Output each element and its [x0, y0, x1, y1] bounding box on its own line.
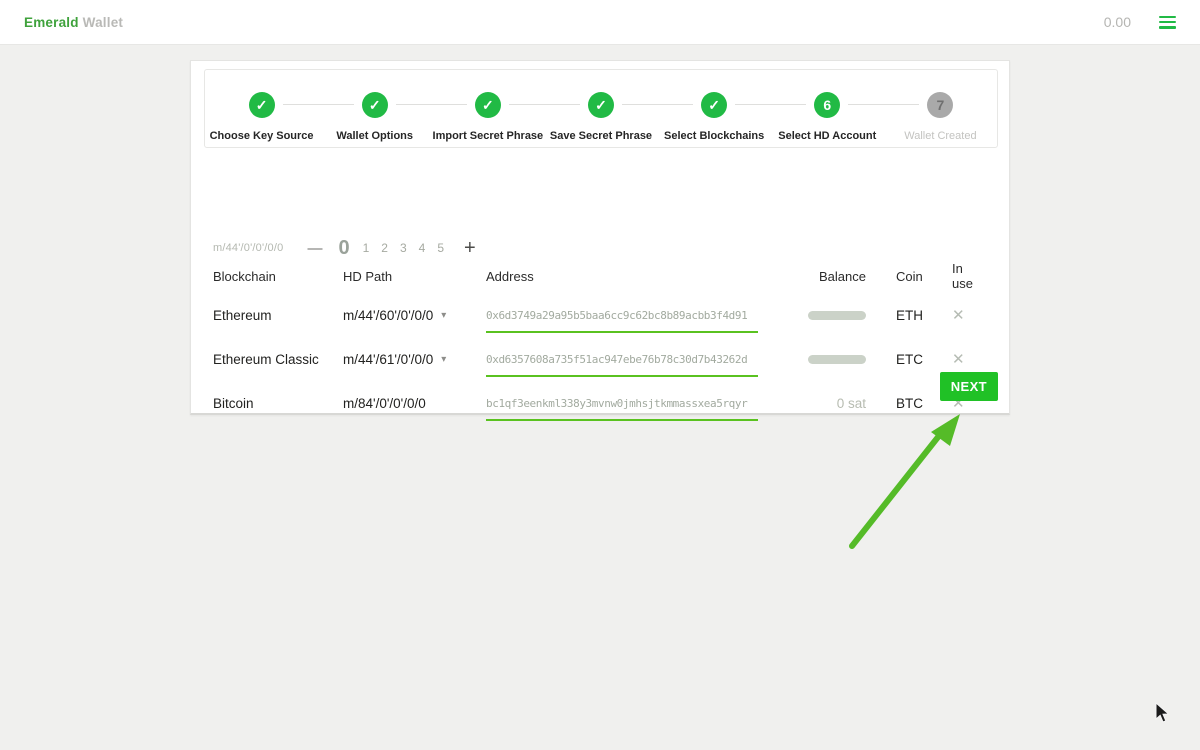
- account-option-4[interactable]: 4: [419, 241, 426, 255]
- check-icon: ✓: [474, 92, 501, 118]
- wizard-stepper: ✓ Choose Key Source ✓ Wallet Options ✓ I…: [204, 69, 998, 148]
- annotation-arrow: [849, 414, 960, 549]
- step-label: Select HD Account: [778, 130, 877, 142]
- account-option-5[interactable]: 5: [437, 241, 444, 255]
- brand-secondary: Wallet: [82, 14, 124, 30]
- coin-ticker: BTC: [896, 395, 923, 411]
- table-row-ethereum-classic: Ethereum Classic m/44'/61'/0'/0/0 ▾ 0xd6…: [213, 337, 986, 381]
- header-coin: Coin: [896, 268, 923, 284]
- step-number-badge: 7: [927, 92, 954, 118]
- blockchain-name: Ethereum Classic: [213, 351, 319, 367]
- coin-ticker: ETC: [896, 351, 923, 367]
- app-logo: Emerald Wallet: [24, 15, 123, 30]
- check-icon: ✓: [701, 92, 728, 118]
- header-hd-path: HD Path: [343, 268, 393, 284]
- step-save-secret-phrase: ✓ Save Secret Phrase: [508, 92, 657, 147]
- brand-primary: Emerald: [24, 14, 79, 30]
- step-label: Wallet Options: [336, 130, 413, 142]
- hamburger-menu-icon[interactable]: [1159, 15, 1176, 29]
- check-icon: ✓: [248, 92, 275, 118]
- balance-value: 0 sat: [836, 395, 866, 411]
- address-field[interactable]: 0xd6357608a735f51ac947ebe76b78c30d7b4326…: [486, 353, 758, 377]
- not-in-use-icon: ✕: [952, 351, 965, 368]
- chevron-down-icon: ▾: [441, 353, 447, 365]
- hd-path-value: m/44'/60'/0'/0/0: [343, 307, 434, 323]
- next-button[interactable]: NEXT: [939, 372, 998, 401]
- balance-loading-skeleton: [808, 354, 866, 364]
- step-choose-key-source: ✓ Choose Key Source: [205, 92, 318, 147]
- header-address: Address: [486, 268, 534, 284]
- hd-path-dropdown[interactable]: m/44'/60'/0'/0/0 ▾: [343, 308, 486, 323]
- account-option-1[interactable]: 1: [363, 241, 370, 255]
- table-header-row: Blockchain HD Path Address Balance Coin …: [213, 259, 986, 293]
- balance-loading-skeleton: [808, 310, 866, 320]
- top-bar: Emerald Wallet 0.00: [0, 0, 1200, 45]
- total-balance: 0.00: [1103, 14, 1131, 30]
- step-label: Import Secret Phrase: [432, 130, 544, 142]
- create-wallet-card: ✓ Choose Key Source ✓ Wallet Options ✓ I…: [190, 60, 1010, 421]
- account-option-0[interactable]: 0: [338, 237, 349, 260]
- step-select-hd-account: 6 Select HD Account: [735, 92, 884, 147]
- account-plus-button[interactable]: +: [464, 237, 476, 260]
- step-label: Select Blockchains: [663, 130, 765, 142]
- step-label: Wallet Created: [904, 130, 977, 142]
- hd-path-dropdown[interactable]: m/44'/61'/0'/0/0 ▾: [343, 352, 486, 367]
- step-wallet-created: 7 Wallet Created: [848, 92, 997, 147]
- account-minus-button[interactable]: —: [307, 240, 322, 257]
- blockchain-name: Bitcoin: [213, 395, 254, 411]
- coin-ticker: ETH: [896, 307, 923, 323]
- base-hd-path-label: m/44'/0'/0'/0/0: [213, 242, 284, 254]
- not-in-use-icon: ✕: [952, 307, 965, 324]
- mouse-cursor-icon: [1155, 702, 1170, 723]
- address-field[interactable]: 0x6d3749a29a95b5baa6cc9c62bc8b89acbb3f4d…: [486, 309, 758, 333]
- blockchains-table: Blockchain HD Path Address Balance Coin …: [213, 259, 986, 425]
- account-option-2[interactable]: 2: [381, 241, 388, 255]
- check-icon: ✓: [361, 92, 388, 118]
- account-option-3[interactable]: 3: [400, 241, 407, 255]
- table-row-bitcoin: Bitcoin m/84'/0'/0'/0/0 bc1qf3eenkml338y…: [213, 381, 986, 425]
- step-label: Choose Key Source: [209, 130, 314, 142]
- step-label: Save Secret Phrase: [549, 130, 653, 142]
- header-in-use: In use: [952, 261, 973, 291]
- chevron-down-icon: ▾: [441, 309, 447, 321]
- blockchain-name: Ethereum: [213, 307, 272, 323]
- check-icon: ✓: [587, 92, 614, 118]
- hd-path-value: m/84'/0'/0'/0/0: [343, 395, 426, 411]
- step-number-badge: 6: [814, 92, 841, 118]
- step-import-secret-phrase: ✓ Import Secret Phrase: [395, 92, 544, 147]
- table-row-ethereum: Ethereum m/44'/60'/0'/0/0 ▾ 0x6d3749a29a…: [213, 293, 986, 337]
- step-wallet-options: ✓ Wallet Options: [282, 92, 431, 147]
- header-balance: Balance: [819, 268, 866, 284]
- step-select-blockchains: ✓ Select Blockchains: [621, 92, 771, 147]
- header-blockchain: Blockchain: [213, 268, 276, 284]
- hd-path-value: m/44'/61'/0'/0/0: [343, 351, 434, 367]
- address-field[interactable]: bc1qf3eenkml338y3mvnw0jmhsjtkmmassxea5rq…: [486, 397, 758, 421]
